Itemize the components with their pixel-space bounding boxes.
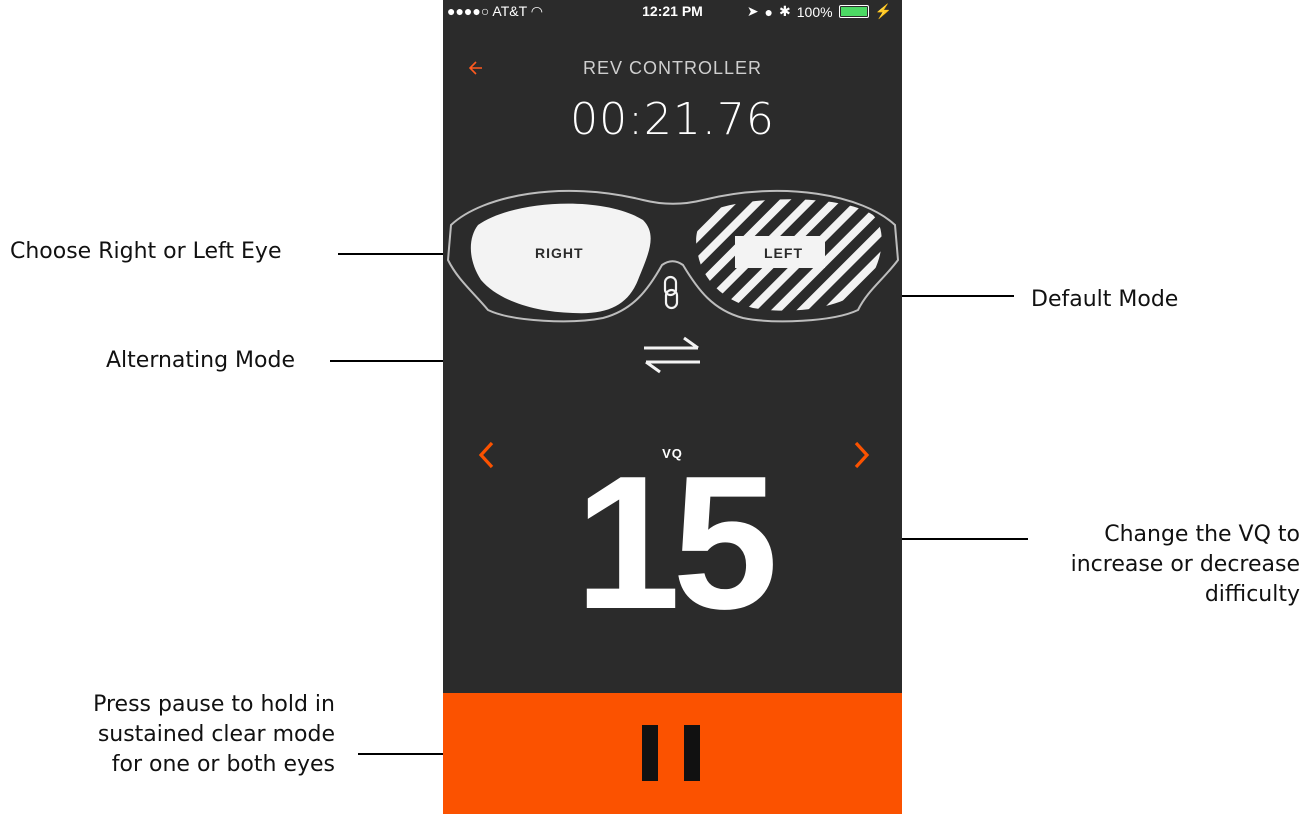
session-timer: 00:21.76 (570, 94, 775, 145)
annotation-vq-line2: increase or decrease (1070, 552, 1300, 577)
annotation-vq: Change the VQ to increase or decrease di… (1000, 520, 1300, 610)
right-eye-label: RIGHT (535, 245, 584, 261)
annotation-eye-choice: Choose Right or Left Eye (10, 239, 282, 264)
location-icon: ➤ (746, 3, 759, 19)
pause-button[interactable] (443, 693, 902, 814)
phone-screen: ●●●●○ AT&T ◠ 12:21 PM ➤ ● ✱ 100% ⚡ REV C… (443, 0, 902, 814)
annotation-alternating-mode: Alternating Mode (106, 348, 295, 373)
chevron-left-icon[interactable] (476, 440, 496, 470)
chevron-right-icon[interactable] (852, 440, 872, 470)
annotation-default-mode: Default Mode (1031, 287, 1179, 312)
annotation-vq-line1: Change the VQ to (1104, 522, 1300, 547)
status-right: ➤ ● ✱ 100% ⚡ (747, 3, 892, 20)
battery-percent: 100% (796, 3, 833, 20)
status-bar: ●●●●○ AT&T ◠ 12:21 PM ➤ ● ✱ 100% ⚡ (443, 0, 902, 22)
glasses-diagram (446, 189, 900, 323)
annotation-pause: Press pause to hold in sustained clear m… (20, 690, 335, 780)
annotation-pause-line2: sustained clear mode (97, 722, 335, 747)
annotation-pause-line3: for one or both eyes (111, 752, 335, 777)
annotation-pause-line1: Press pause to hold in (93, 692, 335, 717)
swap-arrows-icon[interactable] (638, 334, 706, 378)
pause-icon (642, 725, 700, 781)
left-eye-label: LEFT (764, 245, 803, 261)
bluetooth-icon: ✱ (779, 3, 791, 19)
page-title: REV CONTROLLER (582, 58, 763, 78)
alarm-icon: ● (764, 3, 774, 20)
battery-icon (838, 5, 869, 18)
link-icon[interactable] (663, 275, 679, 310)
annotation-vq-line3: difficulty (1204, 582, 1300, 607)
charging-icon: ⚡ (874, 3, 892, 19)
vq-value: 15 (574, 437, 778, 649)
